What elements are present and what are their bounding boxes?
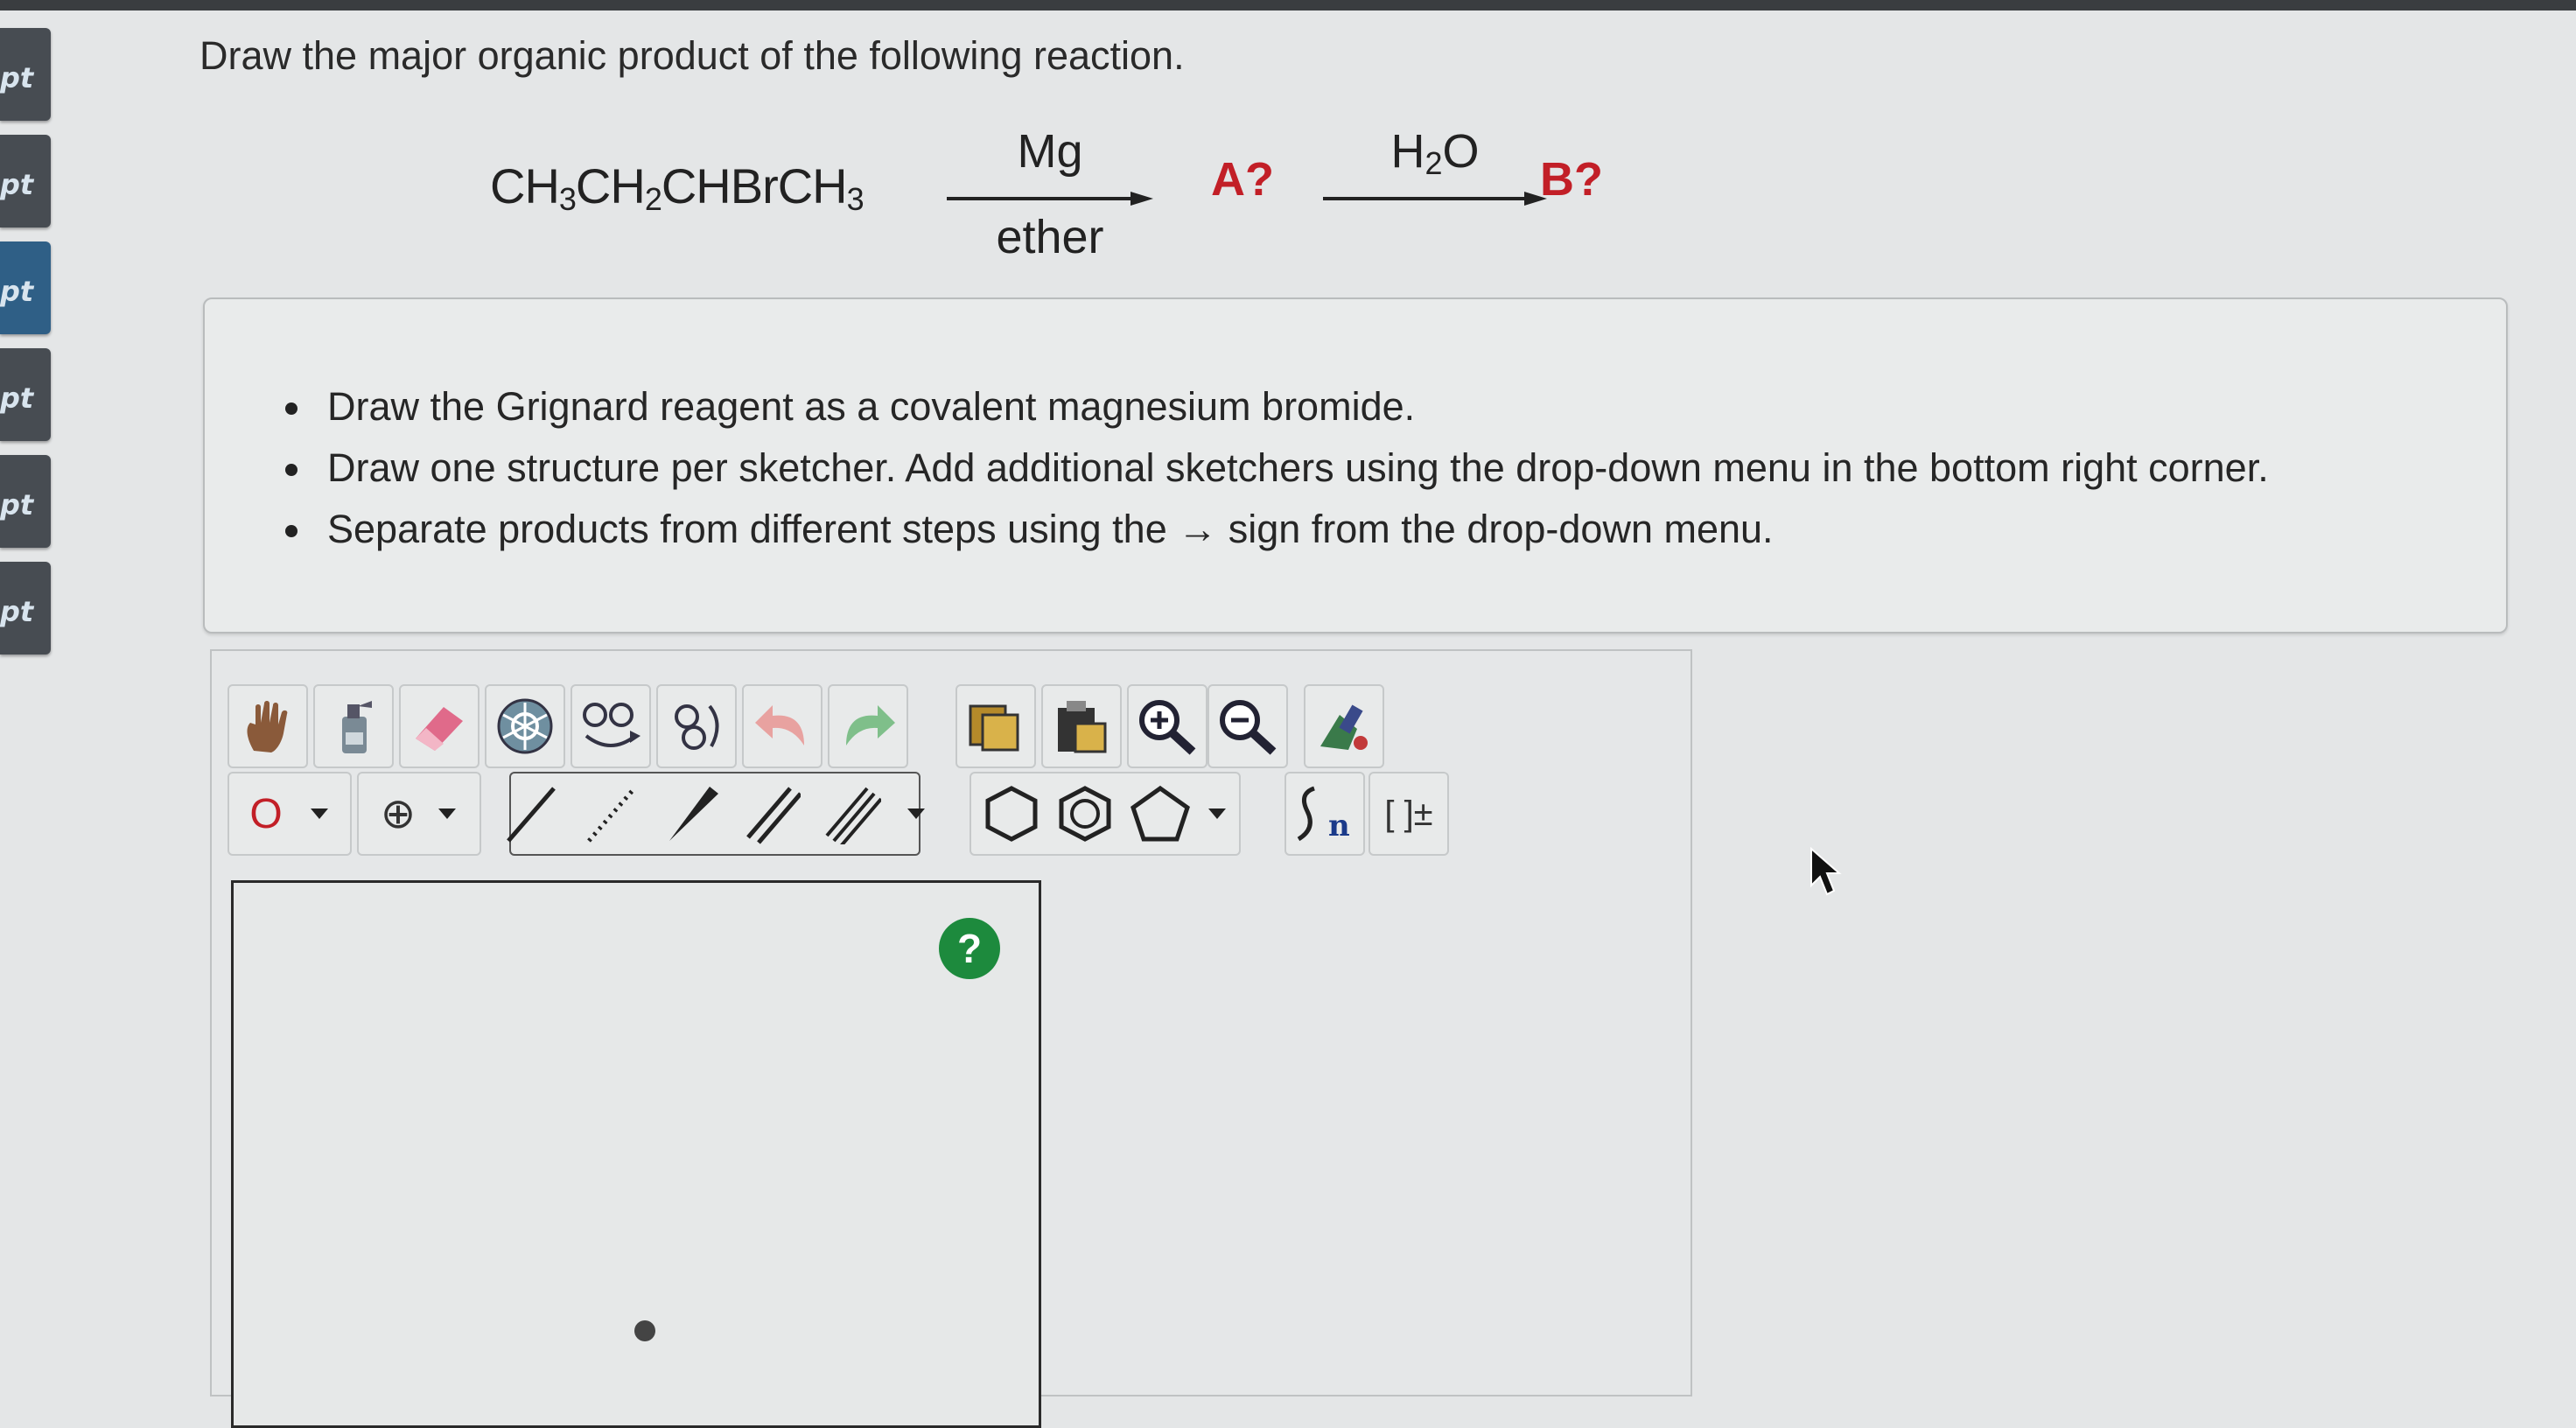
spray-bottle-icon xyxy=(342,701,372,753)
sidebar-tab-label: pt xyxy=(0,168,34,201)
arrow-1-icon xyxy=(947,192,1153,206)
svg-text:n: n xyxy=(1328,808,1350,843)
dashed-bond-icon[interactable] xyxy=(584,783,640,844)
redo-button[interactable] xyxy=(828,684,908,768)
top-bar xyxy=(0,0,2576,10)
chevron-down-icon[interactable] xyxy=(906,807,927,821)
reactant-formula: CH3CH2CHBrCH3 xyxy=(490,158,864,217)
atom-label: O xyxy=(249,790,283,837)
wedge-bond-icon[interactable] xyxy=(664,783,720,844)
cyclohexane-icon[interactable] xyxy=(983,785,1040,843)
single-bond-icon[interactable] xyxy=(503,783,559,844)
undo-button[interactable] xyxy=(742,684,822,768)
chevron-down-icon xyxy=(310,808,328,819)
rotate-icon xyxy=(675,704,719,750)
sidebar-tab-label: pt xyxy=(0,61,34,94)
chevron-down-icon[interactable] xyxy=(1207,807,1228,821)
sidebar-tab-label: pt xyxy=(0,275,34,308)
arrow-2-icon xyxy=(1323,192,1547,206)
charge-symbol: ⊕ xyxy=(380,791,416,837)
atom-picker-button[interactable]: O xyxy=(228,772,352,856)
redo-icon xyxy=(846,705,895,746)
sidebar-tab-4[interactable]: pt xyxy=(0,348,51,441)
zoom-out-button[interactable] xyxy=(1208,684,1288,768)
intermediate-a: A? xyxy=(1211,153,1274,206)
template-tool-button[interactable] xyxy=(485,684,565,768)
zoom-in-button[interactable] xyxy=(1127,684,1208,768)
clear-tool-button[interactable] xyxy=(313,684,394,768)
sidebar: pt pt pt pt pt pt xyxy=(0,18,52,656)
reaction-arrow-1: Mg ether xyxy=(945,125,1155,263)
sidebar-tab-3[interactable]: pt xyxy=(0,242,51,334)
benzene-icon[interactable] xyxy=(1056,785,1114,843)
double-bond-icon[interactable] xyxy=(745,783,801,844)
rotate-tool-button[interactable] xyxy=(656,684,737,768)
bracket-charge-button[interactable]: [ ]± xyxy=(1368,772,1449,856)
undo-icon xyxy=(755,705,804,746)
reagent-water: H2O xyxy=(1390,125,1480,181)
eraser-tool-button[interactable] xyxy=(399,684,480,768)
clean-structure-icon xyxy=(1320,704,1368,750)
bracket-label: [ ]± xyxy=(1384,794,1433,833)
mouse-cursor-icon xyxy=(1810,847,1842,896)
sidebar-tab-1[interactable]: pt xyxy=(0,28,51,121)
instructions-list: Draw the Grignard reagent as a covalent … xyxy=(285,376,2269,560)
sidebar-tab-2[interactable]: pt xyxy=(0,135,51,228)
clean-structure-button[interactable] xyxy=(1304,684,1384,768)
instruction-item: Separate products from different steps u… xyxy=(285,499,2269,560)
lasso-tool-button[interactable] xyxy=(570,684,651,768)
molecule-sketcher: O ⊕ n []± ? xyxy=(210,649,1692,1428)
paste-button[interactable] xyxy=(1041,684,1122,768)
sidebar-tab-label: pt xyxy=(0,488,34,522)
sidebar-tab-label: pt xyxy=(0,382,34,415)
sketcher-toolbar-top xyxy=(228,684,1452,768)
sgroup-icon: n xyxy=(1297,786,1350,843)
copy-icon xyxy=(969,704,1019,752)
sketcher-canvas[interactable]: ? xyxy=(231,880,1041,1428)
help-button[interactable]: ? xyxy=(939,918,1000,979)
hand-tool-button[interactable] xyxy=(228,684,308,768)
eraser-icon xyxy=(416,707,463,751)
bond-tools-group xyxy=(507,772,925,856)
ring-template-icon xyxy=(497,698,553,754)
hand-icon xyxy=(247,701,288,752)
question-title: Draw the major organic product of the fo… xyxy=(200,33,1185,78)
sketcher-toolbar-bottom: O ⊕ n []± xyxy=(228,772,1452,856)
canvas-point xyxy=(634,1320,655,1341)
instructions-box: Draw the Grignard reagent as a covalent … xyxy=(203,298,2508,634)
reaction-arrow-2: H2O xyxy=(1321,125,1549,212)
lasso-icon xyxy=(583,703,640,747)
sidebar-tab-5[interactable]: pt xyxy=(0,455,51,548)
reagent-ether: ether xyxy=(996,211,1104,263)
instruction-item: Draw one structure per sketcher. Add add… xyxy=(285,438,2269,499)
copy-button[interactable] xyxy=(956,684,1036,768)
product-b: B? xyxy=(1540,153,1603,206)
zoom-out-icon xyxy=(1220,700,1277,755)
paste-icon xyxy=(1058,701,1107,753)
reagent-mg: Mg xyxy=(1017,125,1083,178)
sidebar-tab-label: pt xyxy=(0,595,34,628)
instruction-item: Draw the Grignard reagent as a covalent … xyxy=(285,376,2269,438)
chevron-down-icon xyxy=(438,808,457,819)
zoom-in-icon xyxy=(1139,700,1196,755)
reaction-scheme: CH3CH2CHBrCH3 Mg ether A? H2O B? xyxy=(490,125,1715,271)
sgroup-button[interactable]: n xyxy=(1284,772,1365,856)
charge-picker-button[interactable]: ⊕ xyxy=(357,772,481,856)
ring-tools-group xyxy=(970,772,1241,856)
cyclopentane-icon[interactable] xyxy=(1130,785,1191,843)
triple-bond-icon[interactable] xyxy=(825,783,881,844)
sidebar-tab-6[interactable]: pt xyxy=(0,562,51,654)
